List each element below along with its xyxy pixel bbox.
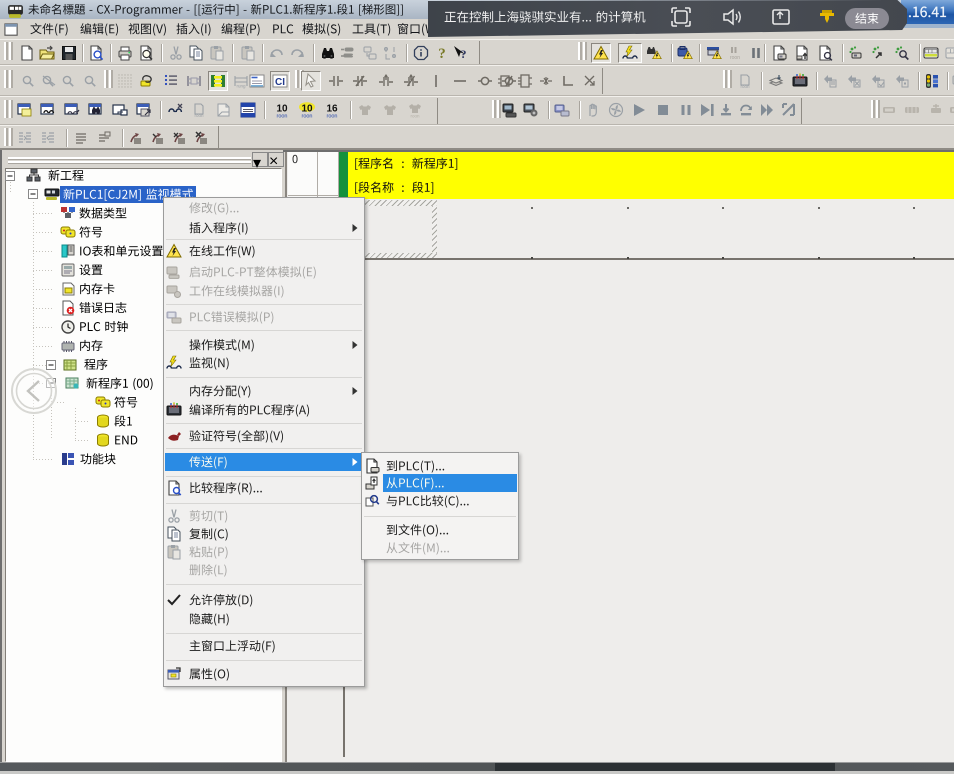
- svg-text:roon: roon: [276, 114, 287, 119]
- svg-text:roon: roon: [326, 114, 337, 119]
- svg-text:?: ?: [461, 47, 467, 61]
- svg-text:roon: roon: [740, 84, 750, 89]
- svg-text:CI: CI: [275, 77, 285, 88]
- svg-text:roon: roon: [301, 114, 312, 119]
- svg-text:roon: roon: [194, 113, 204, 118]
- svg-text:?: ?: [438, 46, 446, 61]
- svg-text:roon: roon: [410, 114, 420, 119]
- svg-text:rung: rung: [236, 84, 246, 89]
- svg-text:roon: roon: [730, 55, 740, 61]
